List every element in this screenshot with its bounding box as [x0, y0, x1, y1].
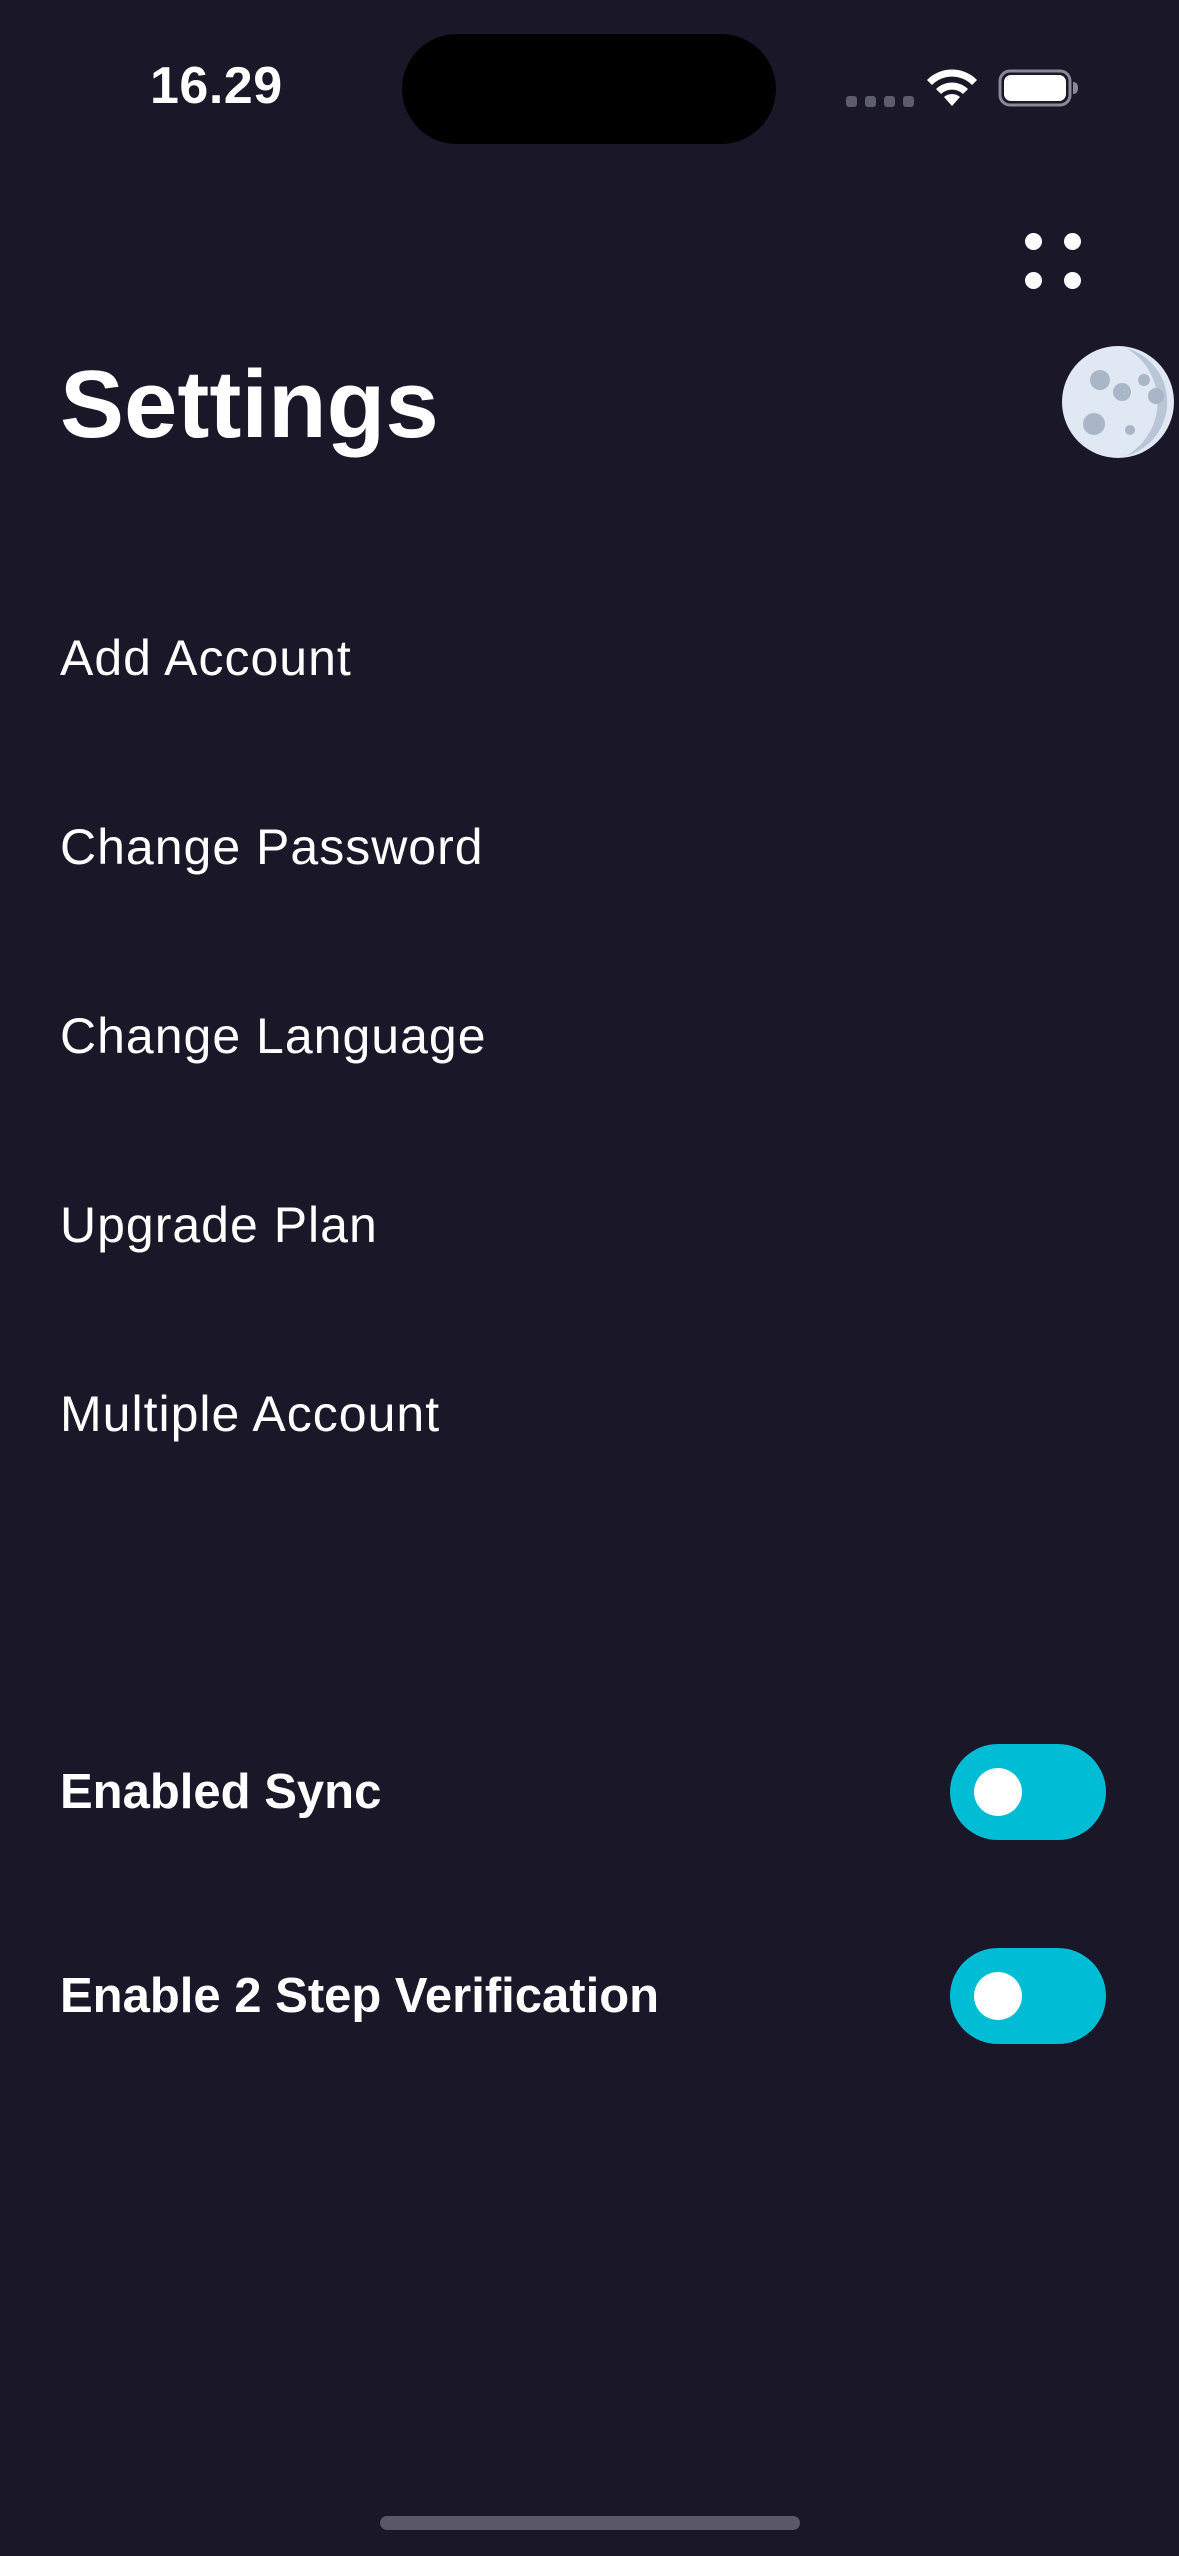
sync-toggle[interactable] [950, 1744, 1106, 1840]
menu-item-label: Add Account [60, 630, 352, 686]
two-step-verification-toggle[interactable] [950, 1948, 1106, 2044]
menu-item-multiple-account[interactable]: Multiple Account [60, 1359, 1120, 1469]
menu-item-label: Multiple Account [60, 1386, 441, 1442]
status-time: 16.29 [150, 57, 283, 115]
battery-icon [998, 69, 1078, 107]
grid-dots-icon[interactable] [1022, 230, 1084, 292]
page-title: Settings [60, 351, 439, 458]
settings-screen: 16.29 Settings Add Account Change Passwo… [0, 0, 1179, 2556]
menu-item-label: Upgrade Plan [60, 1197, 378, 1253]
home-indicator[interactable] [380, 2516, 800, 2530]
menu-item-label: Change Password [60, 819, 484, 875]
cellular-signal-icon [846, 96, 914, 107]
menu-item-add-account[interactable]: Add Account [60, 603, 1120, 713]
moon-icon[interactable] [1060, 344, 1179, 464]
toggle-label: Enabled Sync [60, 1765, 382, 1819]
dynamic-island [402, 34, 776, 144]
toggle-row-sync: Enabled Sync [60, 1742, 1106, 1842]
menu-item-change-language[interactable]: Change Language [60, 981, 1120, 1091]
menu-item-change-password[interactable]: Change Password [60, 792, 1120, 902]
wifi-icon [927, 69, 977, 106]
menu-item-label: Change Language [60, 1008, 487, 1064]
menu-item-upgrade-plan[interactable]: Upgrade Plan [60, 1170, 1120, 1280]
toggle-label: Enable 2 Step Verification [60, 1969, 660, 2023]
toggle-row-2fa: Enable 2 Step Verification [60, 1946, 1106, 2046]
toggle-knob [974, 1972, 1022, 2020]
toggle-knob [974, 1768, 1022, 1816]
